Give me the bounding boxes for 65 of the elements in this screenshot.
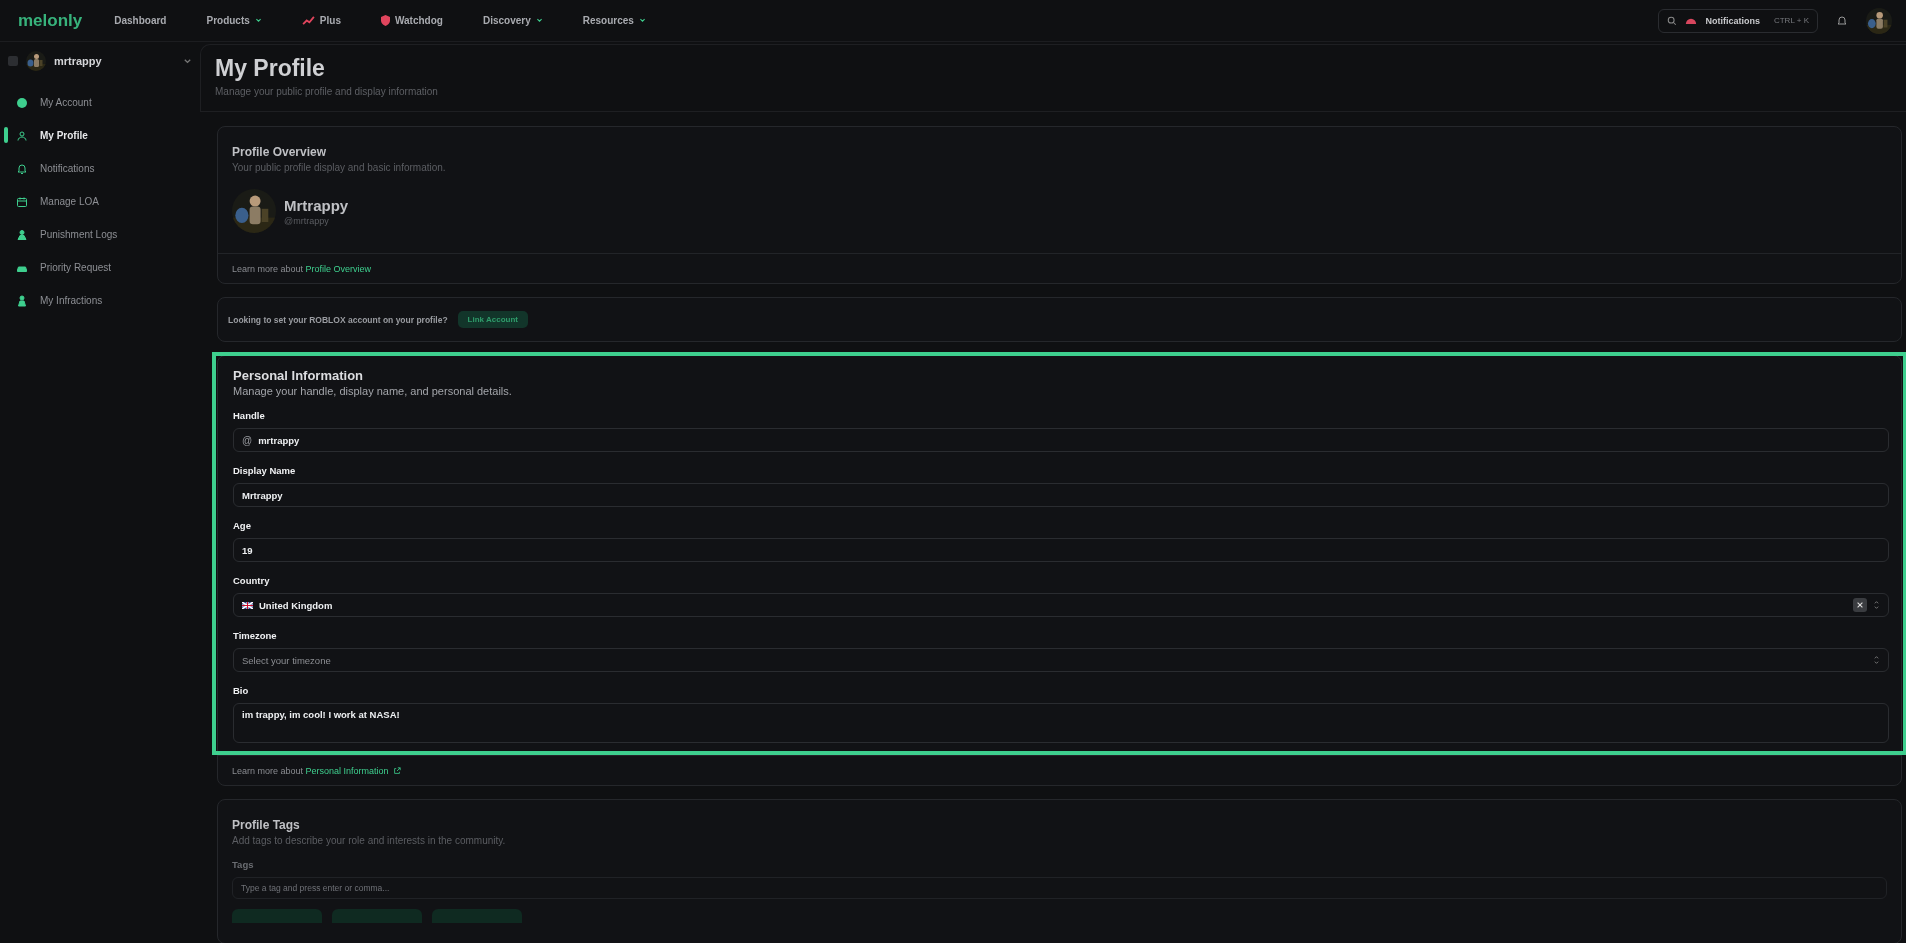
- bio-field[interactable]: im trappy, im cool! I work at NASA!: [233, 703, 1889, 743]
- learn-more-text: Learn more about: [232, 766, 305, 776]
- handle-field[interactable]: @ mrtrappy: [233, 428, 1889, 452]
- sidebar-item[interactable]: Manage LOA: [8, 185, 192, 218]
- card-subtitle: Add tags to describe your role and interests in the community.: [232, 835, 507, 846]
- sidebar-item[interactable]: My Infractions: [8, 284, 192, 317]
- learn-more-link[interactable]: Profile Overview: [305, 264, 372, 274]
- chevron-down-icon: [254, 17, 262, 24]
- shield-icon: [380, 15, 390, 26]
- link-account-button[interactable]: Link Account: [457, 311, 528, 328]
- card-title: Personal Information: [233, 368, 365, 383]
- select-field[interactable]: United Kingdom: [233, 593, 1889, 617]
- chevron-down-icon: [535, 17, 543, 24]
- globe-icon: [16, 96, 28, 109]
- sidebar-item[interactable]: Priority Request: [8, 251, 192, 284]
- sidebar-item[interactable]: Notifications: [8, 152, 192, 185]
- field-label: Timezone: [233, 630, 278, 641]
- tag-chip[interactable]: [332, 909, 422, 923]
- user-name: mrtrappy: [54, 55, 103, 67]
- nav-link[interactable]: Plus: [301, 15, 341, 26]
- tag-chip[interactable]: [432, 909, 522, 923]
- sidebar-item[interactable]: Punishment Logs: [8, 218, 192, 251]
- nav-link[interactable]: Resources: [582, 15, 646, 26]
- field-label: Handle: [233, 410, 266, 421]
- page-title: My Profile: [215, 55, 326, 82]
- sidebar-toggle-icon[interactable]: [8, 56, 18, 66]
- card-subtitle: Your public profile display and basic information.: [232, 162, 447, 173]
- text-field[interactable]: Mrtrappy: [233, 483, 1889, 507]
- nav-link[interactable]: Discovery: [482, 15, 543, 26]
- field-label: Tags: [232, 859, 255, 870]
- clear-button[interactable]: [1853, 598, 1867, 612]
- field-label: Age: [233, 520, 252, 531]
- chevron-down-icon: [638, 17, 646, 24]
- tags-field[interactable]: Type a tag and press enter or comma...: [232, 877, 1887, 899]
- card-title: Profile Overview: [232, 145, 328, 159]
- search-field[interactable]: Notifications CTRL + K: [1658, 8, 1818, 33]
- person-alert-icon: [16, 294, 28, 307]
- logo[interactable]: melonly: [18, 10, 83, 31]
- page-subtitle: Manage your public profile and display information: [215, 86, 439, 97]
- learn-more-link[interactable]: Personal Information: [305, 766, 401, 776]
- trend-icon: [301, 16, 315, 25]
- close-icon: [1856, 601, 1864, 609]
- text-field[interactable]: 19: [233, 538, 1889, 562]
- chevrons-icon: [1873, 600, 1880, 610]
- sidebar-item[interactable]: My Account: [8, 86, 192, 119]
- field-label: Country: [233, 575, 271, 586]
- nav-link[interactable]: Products: [206, 15, 262, 26]
- user-handle: @mrtrappy: [284, 215, 330, 226]
- tag-chip[interactable]: [232, 909, 322, 923]
- field-label: Bio: [233, 685, 250, 696]
- chevron-down-icon[interactable]: [183, 56, 192, 66]
- chevrons-icon: [1873, 655, 1880, 665]
- search-icon: [1667, 15, 1678, 26]
- nav-link[interactable]: Dashboard: [114, 15, 167, 26]
- select-field[interactable]: Select your timezone: [233, 648, 1889, 672]
- user-icon: [16, 129, 28, 142]
- learn-more-text: Learn more about: [232, 264, 305, 274]
- external-link-icon: [392, 767, 401, 775]
- card-subtitle: Manage your handle, display name, and personal details.: [233, 385, 513, 397]
- field-label: Display Name: [233, 465, 297, 476]
- card-title: Profile Tags: [232, 818, 301, 832]
- nav-link[interactable]: Watchdog: [380, 15, 443, 26]
- roblox-prompt: Looking to set your ROBLOX account on your profile?: [228, 314, 448, 325]
- display-name: Mrtrappy: [284, 196, 349, 214]
- calendar-icon: [16, 195, 28, 208]
